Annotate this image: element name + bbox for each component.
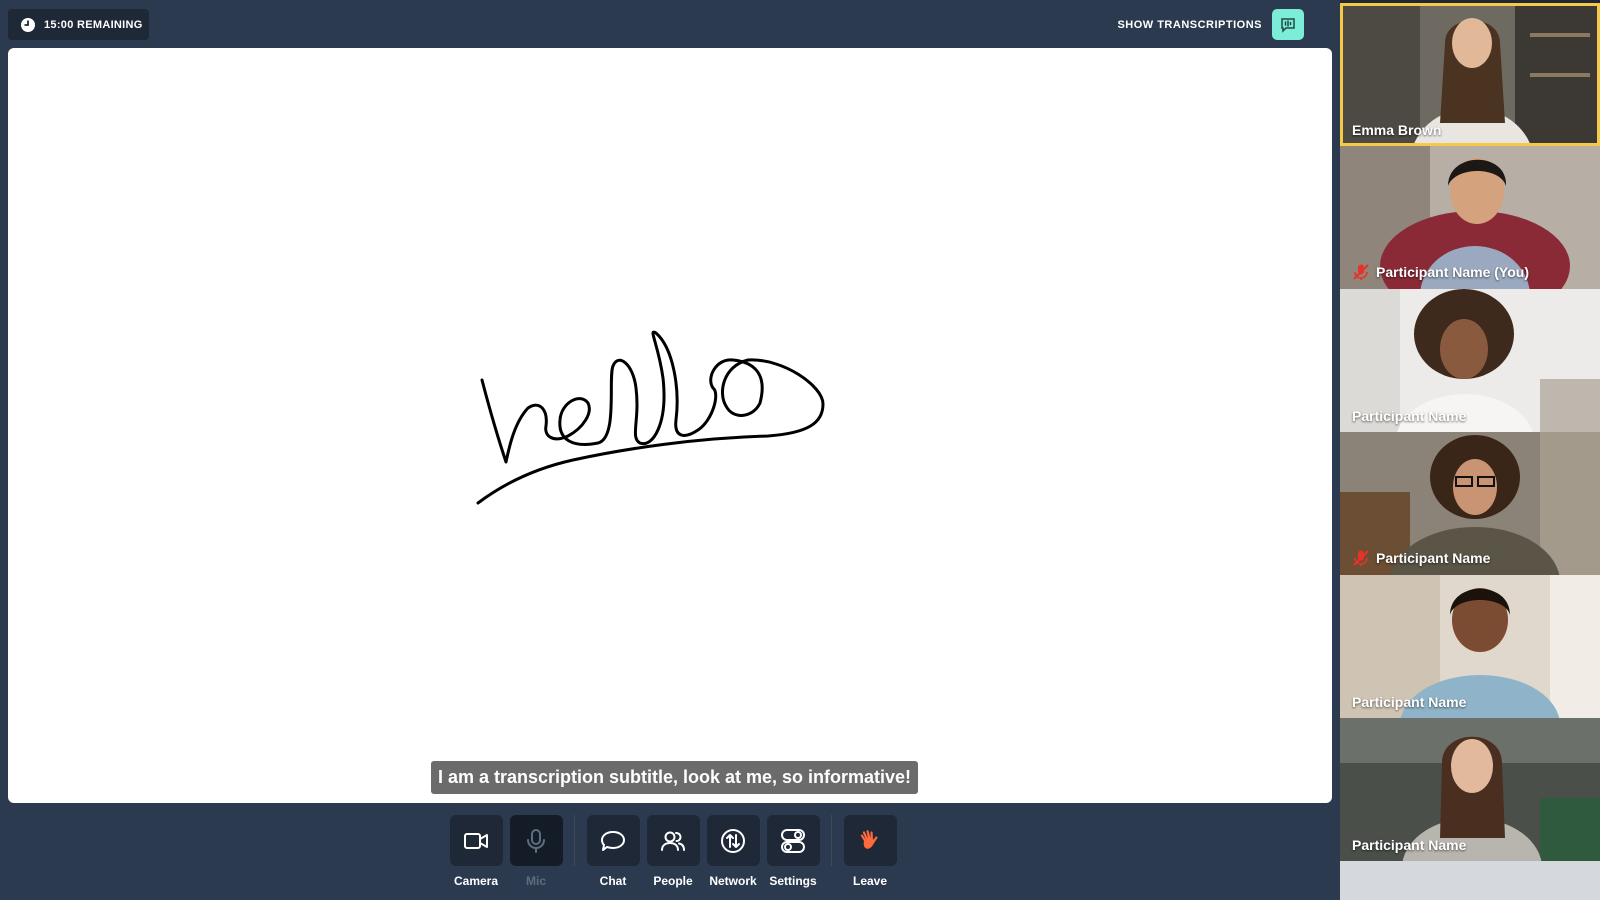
settings-control[interactable]: Settings bbox=[763, 815, 823, 888]
participant-name: Participant Name bbox=[1352, 549, 1490, 567]
timer-badge: 15:00 REMAINING bbox=[8, 9, 149, 40]
camera-icon bbox=[464, 832, 488, 849]
participant-name: Participant Name (You) bbox=[1352, 263, 1529, 281]
camera-button[interactable] bbox=[449, 815, 503, 866]
camera-label: Camera bbox=[453, 874, 499, 888]
participant-name: Participant Name bbox=[1352, 694, 1467, 710]
transcription-icon bbox=[1281, 17, 1295, 33]
participant-tile[interactable]: Participant Name bbox=[1340, 432, 1600, 575]
whiteboard-canvas[interactable]: I am a transcription subtitle, look at m… bbox=[8, 48, 1332, 803]
participant-name: Emma Brown bbox=[1352, 122, 1442, 138]
settings-button[interactable] bbox=[766, 815, 820, 866]
leave-label: Leave bbox=[852, 874, 888, 888]
chat-button[interactable] bbox=[586, 815, 640, 866]
participants-sidebar: Emma Brown Participant Name (You) Partic… bbox=[1340, 0, 1600, 900]
network-icon bbox=[721, 828, 745, 853]
leave-control[interactable]: Leave bbox=[840, 815, 900, 888]
participant-tile[interactable]: Emma Brown bbox=[1340, 3, 1600, 146]
call-controls: Camera Mic Chat People Network Settings … bbox=[446, 815, 900, 888]
participant-name: Participant Name bbox=[1352, 408, 1467, 424]
participant-name: Participant Name bbox=[1352, 837, 1467, 853]
network-label: Network bbox=[709, 874, 757, 888]
leave-button[interactable] bbox=[843, 815, 897, 866]
network-control[interactable]: Network bbox=[703, 815, 763, 888]
chat-bubble-icon bbox=[601, 830, 625, 851]
participant-tile[interactable]: Participant Name bbox=[1340, 289, 1600, 432]
participant-tile[interactable]: Participant Name bbox=[1340, 718, 1600, 861]
participant-tile[interactable]: Participant Name (You) bbox=[1340, 146, 1600, 289]
transcriptions-button[interactable] bbox=[1272, 9, 1304, 40]
people-button[interactable] bbox=[646, 815, 700, 866]
people-control[interactable]: People bbox=[643, 815, 703, 888]
camera-control[interactable]: Camera bbox=[446, 815, 506, 888]
chat-control[interactable]: Chat bbox=[583, 815, 643, 888]
participant-tile-partial[interactable] bbox=[1340, 861, 1600, 900]
toolbar-divider bbox=[574, 815, 575, 866]
settings-toggle-icon bbox=[781, 828, 805, 853]
waving-hand-icon bbox=[860, 829, 878, 849]
mic-control[interactable]: Mic bbox=[506, 815, 566, 888]
people-icon bbox=[661, 831, 685, 851]
transcriptions-toggle[interactable]: SHOW TRANSCRIPTIONS bbox=[1117, 9, 1304, 40]
microphone-icon bbox=[527, 828, 545, 853]
mic-button[interactable] bbox=[509, 815, 563, 866]
timer-label: 15:00 REMAINING bbox=[44, 18, 143, 31]
people-label: People bbox=[653, 874, 693, 888]
transcriptions-label: SHOW TRANSCRIPTIONS bbox=[1117, 18, 1262, 31]
transcription-subtitle: I am a transcription subtitle, look at m… bbox=[431, 761, 918, 794]
mic-muted-icon bbox=[1353, 264, 1369, 280]
mic-muted-icon bbox=[1353, 550, 1369, 566]
participant-tile[interactable]: Participant Name bbox=[1340, 575, 1600, 718]
network-button[interactable] bbox=[706, 815, 760, 866]
handwriting-drawing bbox=[476, 330, 825, 505]
mic-label: Mic bbox=[525, 874, 546, 888]
settings-label: Settings bbox=[769, 874, 817, 888]
toolbar-divider bbox=[831, 815, 832, 866]
chat-label: Chat bbox=[599, 874, 627, 888]
clock-icon bbox=[21, 17, 35, 32]
